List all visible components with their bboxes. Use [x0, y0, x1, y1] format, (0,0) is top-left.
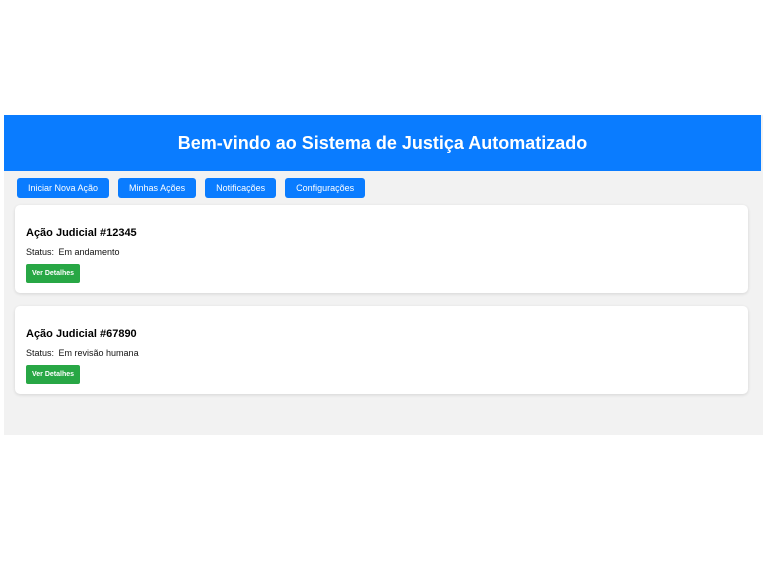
- case-status-label: Status:: [26, 348, 55, 358]
- view-details-button[interactable]: Ver Detalhes: [26, 365, 81, 384]
- case-title: Ação Judicial #67890: [26, 328, 137, 340]
- main-nav: Iniciar Nova Ação Minhas Ações Notificaç…: [17, 178, 366, 198]
- case-status-value: Em andamento: [58, 247, 120, 257]
- app-container: Bem-vindo ao Sistema de Justiça Automati…: [4, 115, 763, 435]
- settings-button[interactable]: Configurações: [285, 178, 366, 198]
- my-actions-button[interactable]: Minhas Ações: [118, 178, 197, 198]
- case-card: Ação Judicial #67890 Status: Em revisão …: [15, 306, 748, 394]
- start-new-action-button[interactable]: Iniciar Nova Ação: [17, 178, 110, 198]
- case-title: Ação Judicial #12345: [26, 227, 137, 239]
- page-title: Bem-vindo ao Sistema de Justiça Automati…: [177, 132, 588, 153]
- case-status-value: Em revisão humana: [58, 348, 139, 358]
- view-details-button[interactable]: Ver Detalhes: [26, 264, 81, 283]
- notifications-button[interactable]: Notificações: [205, 178, 277, 198]
- case-status-label: Status:: [26, 247, 55, 257]
- case-status: Status: Em andamento: [26, 247, 120, 257]
- page-header: Bem-vindo ao Sistema de Justiça Automati…: [4, 115, 761, 171]
- case-status: Status: Em revisão humana: [26, 348, 139, 358]
- case-card: Ação Judicial #12345 Status: Em andament…: [15, 205, 748, 293]
